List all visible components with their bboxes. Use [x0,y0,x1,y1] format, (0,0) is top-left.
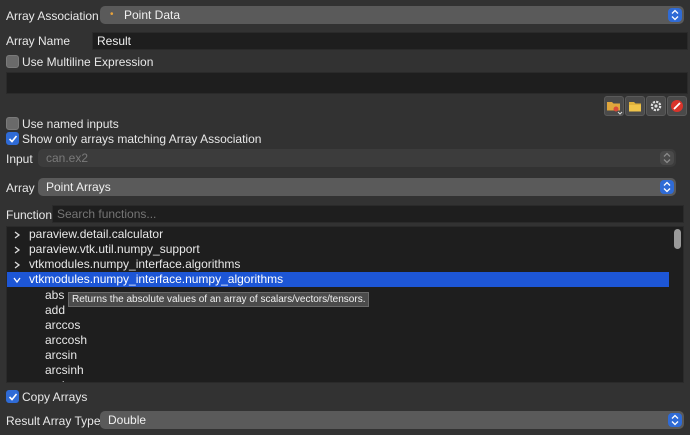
tree-group-row[interactable]: vtkmodules.numpy_interface.algorithms [7,257,669,272]
show-only-checkbox[interactable] [6,132,19,145]
function-item[interactable]: arccos [7,318,669,333]
scrollbar-thumb[interactable] [674,229,681,249]
tree-group-label: vtkmodules.numpy_interface.numpy_algorit… [29,272,284,286]
function-item[interactable]: arcsin [7,348,669,363]
gear-icon [650,100,662,112]
array-label: Array [6,181,35,195]
result-type-value: Double [108,413,147,427]
tree-group-label: vtkmodules.numpy_interface.algorithms [29,257,241,271]
array-name-input[interactable]: Result [92,32,688,50]
named-inputs-label: Use named inputs [22,117,119,131]
function-item-label: arccosh [45,333,88,347]
function-item[interactable]: arcsinh [7,363,669,378]
function-item-label: arccos [45,318,81,332]
result-type-select[interactable]: Double [100,411,684,429]
array-select[interactable]: Point Arrays [38,178,676,196]
checkmark-icon [8,135,18,143]
input-select[interactable]: can.ex2 [38,149,676,167]
chevron-right-icon [14,246,21,254]
multiline-label: Use Multiline Expression [22,55,154,69]
chevron-updown-icon [668,413,682,427]
function-label: Function [6,208,53,222]
chevron-updown-icon [660,151,674,165]
folder-open-icon [607,102,623,115]
load-expression-button[interactable] [604,96,624,116]
chevron-updown-icon [668,8,682,22]
function-search-input[interactable] [52,205,684,223]
checkmark-icon [8,393,18,401]
chevron-updown-icon [660,180,674,194]
array-association-label: Array Association [6,9,99,23]
array-name-label: Array Name [6,34,71,48]
array-association-value: Point Data [124,8,181,22]
function-item-label: arcsin [45,348,78,362]
chevron-down-icon [13,277,21,284]
function-item-label: arcsinh [45,363,84,377]
multiline-checkbox[interactable] [6,55,19,68]
expression-input[interactable] [6,72,688,94]
array-association-select[interactable]: • Point Data [100,6,684,24]
settings-button[interactable] [646,96,666,116]
function-item[interactable]: arctan [7,378,669,382]
tree-group-label: paraview.vtk.util.numpy_support [29,242,200,256]
function-item[interactable]: arccosh [7,333,669,348]
tree-group-row-selected[interactable]: vtkmodules.numpy_interface.numpy_algorit… [7,272,669,287]
array-value: Point Arrays [46,180,111,194]
cancel-icon [671,100,683,112]
point-data-icon: • [110,9,114,20]
copy-arrays-checkbox[interactable] [6,390,19,403]
input-value: can.ex2 [46,151,89,165]
open-folder-button[interactable] [625,96,645,116]
copy-arrays-label: Copy Arrays [22,390,88,404]
tree-scrollbar[interactable] [673,229,681,382]
function-item-label: abs [45,288,65,302]
function-tooltip: Returns the absolute values of an array … [68,292,370,307]
input-label: Input [6,152,33,166]
function-item-label: arctan [45,378,78,382]
tree-group-label: paraview.detail.calculator [29,227,164,241]
named-inputs-checkbox[interactable] [6,117,19,130]
tree-group-row[interactable]: paraview.detail.calculator [7,227,669,242]
chevron-right-icon [14,261,21,269]
result-type-label: Result Array Type [6,414,101,428]
show-only-label: Show only arrays matching Array Associat… [22,132,262,146]
chevron-right-icon [14,231,21,239]
function-item-label: add [45,303,66,317]
tree-group-row[interactable]: paraview.vtk.util.numpy_support [7,242,669,257]
folder-icon [629,102,641,112]
clear-button[interactable] [667,96,687,116]
